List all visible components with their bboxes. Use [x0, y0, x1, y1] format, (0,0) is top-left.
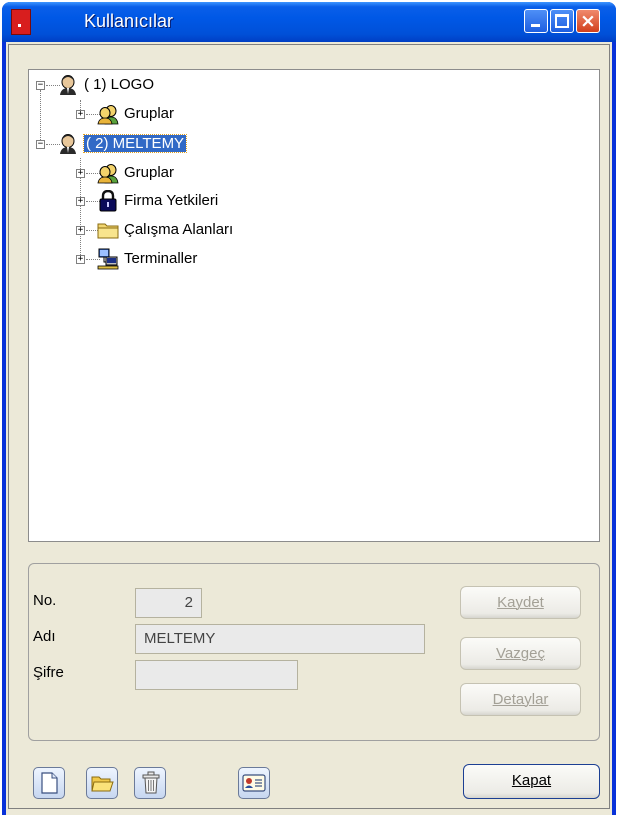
details-button-label: Detaylar [492, 691, 549, 708]
group-icon [97, 105, 119, 125]
tree-node-label-selected: ( 2) MELTEMY [82, 134, 188, 153]
tree-node-label: Gruplar [124, 105, 175, 122]
minimize-button[interactable] [524, 9, 548, 33]
user-icon [60, 134, 76, 154]
expand-icon[interactable]: + [76, 255, 85, 264]
expand-icon[interactable]: + [76, 169, 85, 178]
user-detail-group: No. 2 Adı MELTEMY Şifre Kaydet Vazgeç De… [28, 563, 600, 741]
no-label: No. [33, 592, 57, 609]
app-icon[interactable] [11, 9, 31, 35]
tree-node-label: Firma Yetkileri [124, 192, 219, 209]
folder-icon [97, 223, 119, 239]
lock-icon [99, 190, 117, 212]
new-document-icon [41, 772, 58, 794]
tree-node-terminals[interactable]: + Terminaller [29, 248, 329, 270]
dialog-panel: − ( 1) LOGO + Gruplar − (2) MELTEMY + G… [8, 44, 610, 809]
close-button[interactable]: Kapat [463, 764, 600, 799]
collapse-icon[interactable]: − [36, 81, 45, 90]
maximize-button[interactable] [550, 9, 574, 33]
close-window-button[interactable]: × [576, 9, 600, 33]
collapse-icon[interactable]: − [36, 140, 45, 149]
title-bar[interactable]: Kullanıcılar × [2, 2, 616, 42]
window: Kullanıcılar × − (1) LOGO + Gruplar − (… [2, 2, 616, 815]
new-record-button[interactable] [33, 767, 65, 799]
expand-icon[interactable]: + [76, 110, 85, 119]
maximize-icon [555, 14, 569, 28]
group-icon [97, 164, 119, 184]
details-button[interactable]: Detaylar [460, 683, 581, 716]
tree-node-label: ( 1) LOGO [84, 76, 155, 93]
name-label: Adı [33, 628, 56, 645]
window-client: − ( 1) LOGO + Gruplar − (2) MELTEMY + G… [6, 42, 612, 815]
delete-button[interactable] [134, 767, 166, 799]
minimize-icon [531, 24, 540, 27]
user-name-field[interactable]: MELTEMY [135, 624, 425, 654]
close-icon: × [580, 10, 596, 32]
cancel-button[interactable]: Vazgeç [460, 637, 581, 670]
open-folder-icon [91, 776, 114, 792]
users-tree[interactable]: − ( 1) LOGO + Gruplar − (2) MELTEMY + G… [28, 69, 600, 542]
save-button[interactable]: Kaydet [460, 586, 581, 619]
user-number-field[interactable]: 2 [135, 588, 202, 618]
password-field[interactable] [135, 660, 298, 690]
window-title: Kullanıcılar [84, 11, 174, 31]
terminal-network-icon [97, 248, 119, 270]
password-label: Şifre [33, 664, 64, 681]
open-button[interactable] [86, 767, 118, 799]
user-icon [60, 75, 76, 95]
tree-node-user-logo[interactable]: − ( 1) LOGO [29, 75, 329, 95]
tree-node-groups[interactable]: + Gruplar [29, 104, 329, 125]
cancel-button-label: Vazgeç [496, 645, 545, 662]
user-card-button[interactable] [238, 767, 270, 799]
close-button-label: Kapat [511, 772, 552, 789]
tree-node-company-permissions[interactable]: + Firma Yetkileri [29, 190, 329, 212]
expand-icon[interactable]: + [76, 226, 85, 235]
expand-icon[interactable]: + [76, 197, 85, 206]
tree-node-label: Gruplar [124, 164, 175, 181]
tree-node-user-meltemy[interactable]: − ( 2) MELTEMY [29, 134, 329, 154]
save-button-label: Kaydet [497, 594, 544, 611]
tree-node-groups[interactable]: + Gruplar [29, 163, 329, 184]
tree-node-label: Çalışma Alanları [124, 221, 234, 238]
tree-node-label: Terminaller [124, 250, 198, 267]
tree-node-work-areas[interactable]: + Çalışma Alanları [29, 220, 329, 240]
trash-icon [142, 771, 160, 794]
id-card-icon [242, 774, 266, 792]
